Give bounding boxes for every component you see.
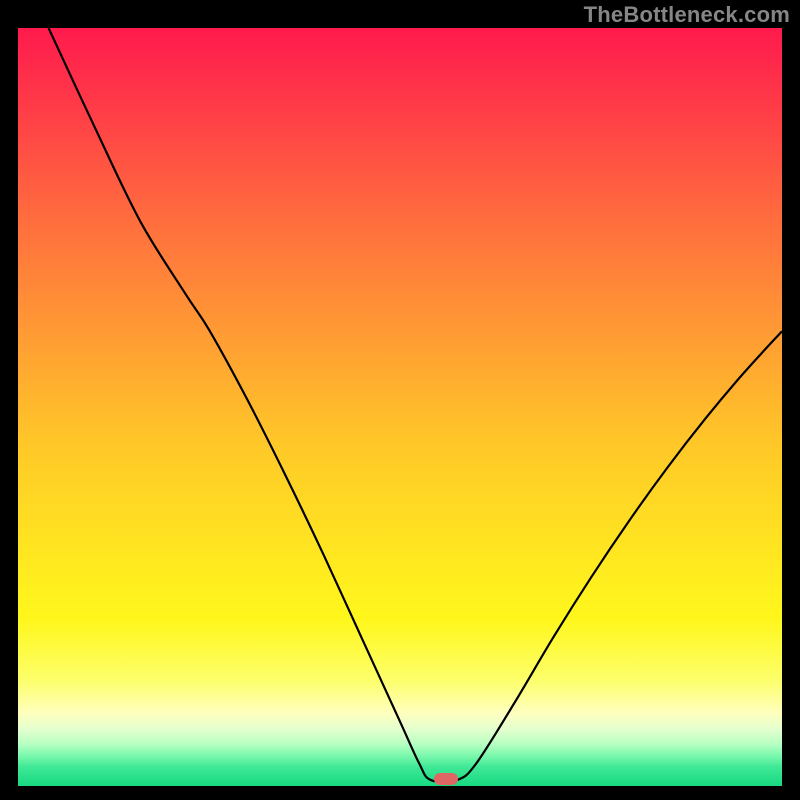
watermark-text: TheBottleneck.com <box>584 2 790 28</box>
chart-frame <box>18 28 782 786</box>
minimum-marker <box>434 773 458 785</box>
bottleneck-curve <box>18 28 782 786</box>
